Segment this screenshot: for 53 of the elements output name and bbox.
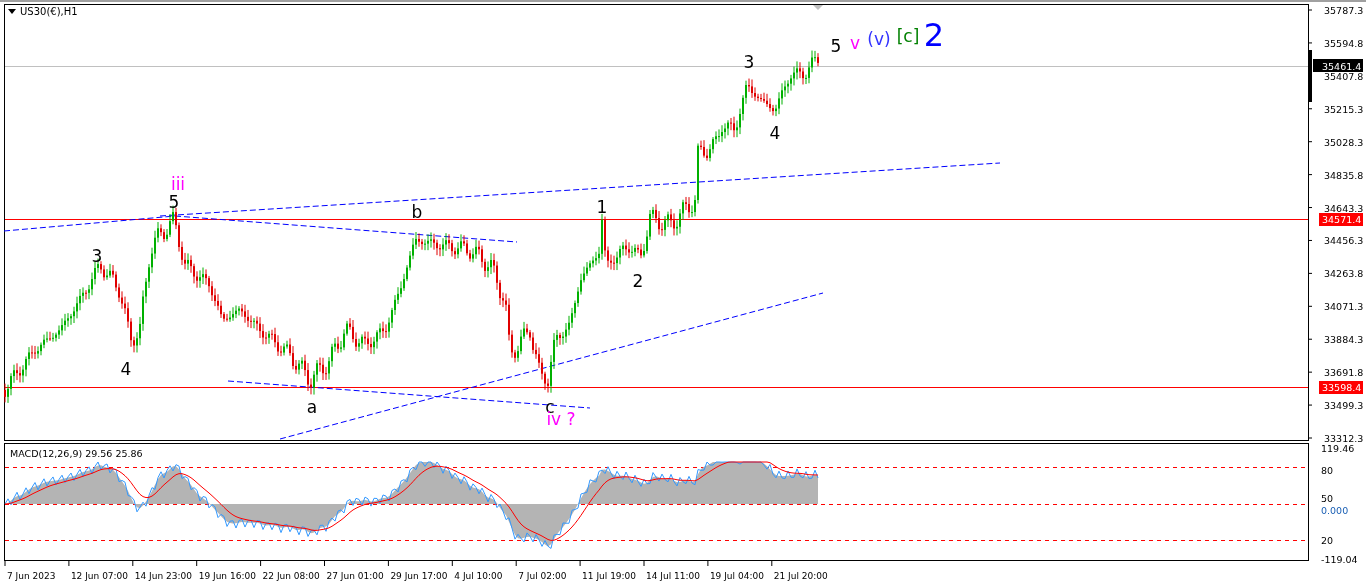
time-axis-label: 14 Jul 11:00 — [646, 571, 700, 581]
wave-label: 2 — [923, 16, 945, 54]
macd-axis-label: 50 — [1321, 493, 1334, 504]
price-axis-label: 35594.8 — [1324, 37, 1364, 49]
price-axis-label: 33312.3 — [1324, 433, 1364, 444]
price-axis-label: 35407.8 — [1324, 70, 1364, 82]
wave-label: a — [306, 397, 318, 417]
time-axis-label: 11 Jul 19:00 — [582, 571, 637, 581]
time-axis-label: 7 Jul 02:00 — [518, 571, 567, 581]
wave-label: b — [411, 202, 423, 222]
chart-symbol-title: US30(€),H1 — [20, 6, 78, 17]
macd-axis-label: 119.46 — [1321, 443, 1355, 454]
time-axis-label: 19 Jun 16:00 — [198, 571, 256, 581]
price-axis-label: 34456.3 — [1324, 235, 1364, 247]
time-axis-label: 7 Jun 2023 — [7, 571, 56, 581]
time-axis-label: 22 Jun 08:00 — [262, 571, 320, 581]
price-axis-label: 34643.3 — [1324, 202, 1364, 214]
wave-label: 4 — [120, 359, 132, 379]
wave-label: 1 — [596, 197, 608, 217]
price-level-tag: 34571.4 — [1319, 213, 1363, 226]
price-axis-label: 35787.3 — [1324, 5, 1364, 16]
price-axis-label: 34263.8 — [1324, 268, 1364, 280]
time-axis-label: 14 Jun 23:00 — [134, 571, 192, 581]
macd-axis-label: 80 — [1321, 465, 1334, 476]
time-axis-label: 4 Jul 10:00 — [454, 571, 503, 581]
wave-label: iii — [170, 174, 186, 194]
macd-title: MACD(12,26,9) 29.56 25.86 — [10, 448, 143, 459]
time-axis-label: 19 Jul 04:00 — [709, 571, 764, 581]
time-axis-label: 21 Jul 20:00 — [773, 571, 828, 581]
wave-label: 5 — [830, 36, 842, 56]
price-axis-label: 33884.3 — [1324, 334, 1364, 346]
macd-axis-label: 0.000 — [1321, 505, 1349, 516]
wave-label: (v) — [867, 29, 891, 49]
current-price-tag: 35461.4 — [1313, 59, 1363, 72]
time-axis-label: 27 Jun 01:00 — [326, 571, 384, 581]
wave-label: 5 — [168, 192, 180, 212]
price-axis-label: 33499.3 — [1324, 400, 1364, 412]
price-level-tag: 33598.4 — [1319, 381, 1363, 394]
wave-label: 3 — [743, 52, 755, 72]
price-axis-label: 34835.8 — [1324, 169, 1364, 181]
macd-axis-label: 20 — [1321, 535, 1334, 546]
wave-label: v — [849, 33, 861, 53]
wave-label: [c] — [896, 26, 920, 46]
time-axis-label: 12 Jun 07:00 — [70, 571, 129, 581]
macd-axis-label: -119.04 — [1321, 554, 1358, 565]
price-axis-label: 33691.8 — [1324, 367, 1364, 379]
price-axis-label: 35028.3 — [1324, 136, 1364, 148]
wave-label: 2 — [632, 271, 644, 291]
time-axis-label: 29 Jun 17:00 — [390, 571, 448, 581]
price-axis-label: 35215.3 — [1324, 103, 1364, 115]
wave-label: 3 — [91, 246, 103, 266]
price-axis-label: 34071.3 — [1324, 301, 1364, 313]
wave-label: 4 — [769, 123, 781, 143]
